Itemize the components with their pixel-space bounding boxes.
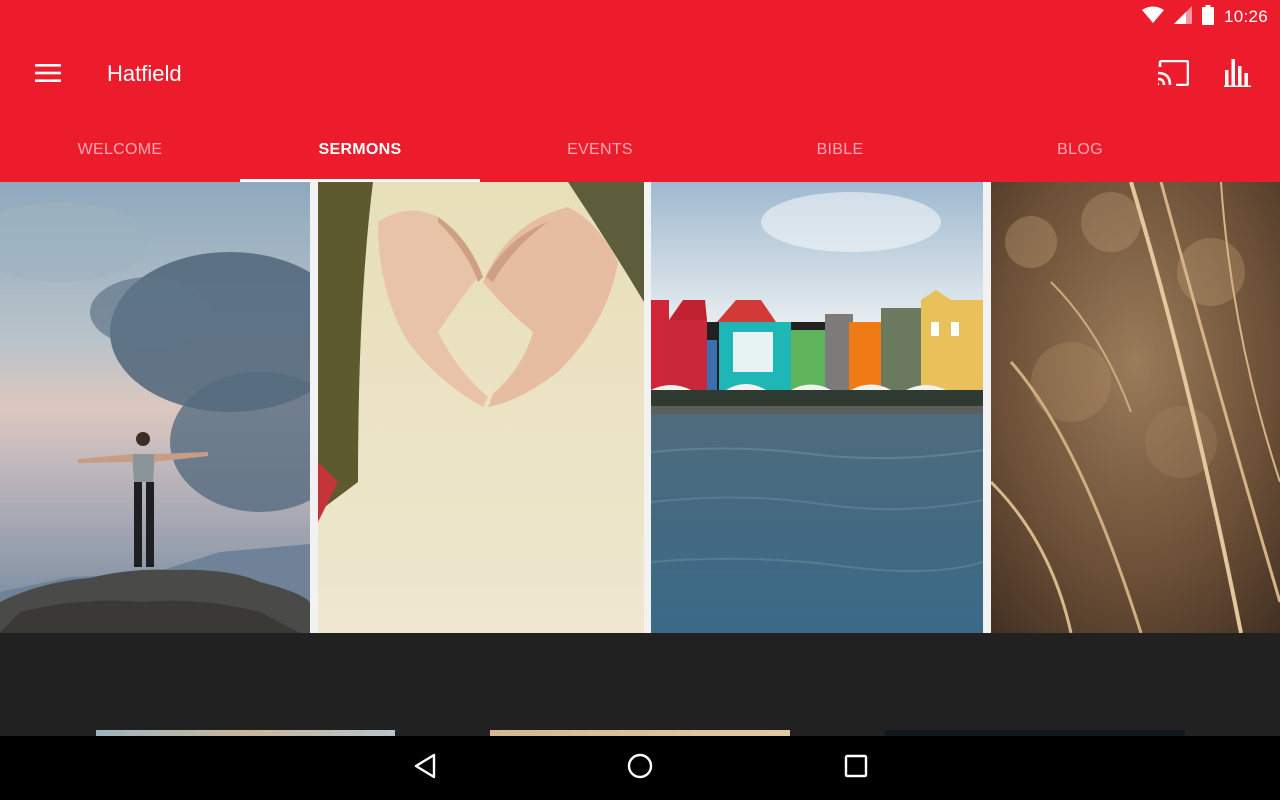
tab-blog[interactable]: BLOG bbox=[960, 117, 1200, 182]
status-icons: 10:26 bbox=[1141, 4, 1268, 30]
card-divider bbox=[983, 182, 991, 633]
tab-events[interactable]: EVENTS bbox=[480, 117, 720, 182]
tab-bar: WELCOME SERMONS EVENTS BIBLE BLOG bbox=[0, 117, 1280, 182]
status-time: 10:26 bbox=[1223, 7, 1268, 26]
app-bar: Hatfield bbox=[0, 33, 1280, 117]
menu-icon bbox=[35, 63, 61, 88]
tab-sermons[interactable]: SERMONS bbox=[240, 117, 480, 182]
mountain-image bbox=[0, 182, 310, 633]
back-icon bbox=[413, 753, 437, 784]
app-title: Hatfield bbox=[107, 61, 182, 86]
card-divider bbox=[310, 182, 318, 633]
sermon-card-waterfront[interactable] bbox=[651, 182, 983, 633]
recents-button[interactable] bbox=[832, 750, 880, 786]
card-divider bbox=[644, 182, 651, 633]
waterfront-image bbox=[651, 182, 983, 633]
tab-bible[interactable]: BIBLE bbox=[720, 117, 960, 182]
status-bar: 10:26 bbox=[0, 0, 1280, 33]
stats-button[interactable] bbox=[1218, 55, 1258, 95]
sermon-card-heart[interactable] bbox=[318, 182, 644, 633]
stats-icon bbox=[1224, 58, 1252, 92]
tab-welcome[interactable]: WELCOME bbox=[0, 117, 240, 182]
home-icon bbox=[627, 753, 653, 784]
system-nav-bar bbox=[0, 736, 1280, 800]
wifi-icon bbox=[1141, 6, 1164, 29]
home-button[interactable] bbox=[616, 750, 664, 786]
sermon-card-grass[interactable] bbox=[991, 182, 1280, 633]
back-button[interactable] bbox=[401, 750, 449, 786]
recents-icon bbox=[844, 754, 868, 783]
grass-image bbox=[991, 182, 1280, 633]
sermon-grid bbox=[0, 182, 1280, 736]
sermon-card-mountain[interactable] bbox=[0, 182, 310, 633]
battery-icon bbox=[1201, 4, 1214, 30]
menu-button[interactable] bbox=[28, 57, 68, 93]
cell-signal-icon bbox=[1173, 5, 1192, 29]
cast-button[interactable] bbox=[1152, 55, 1194, 95]
cast-icon bbox=[1157, 59, 1190, 91]
heart-hands-image bbox=[318, 182, 644, 633]
